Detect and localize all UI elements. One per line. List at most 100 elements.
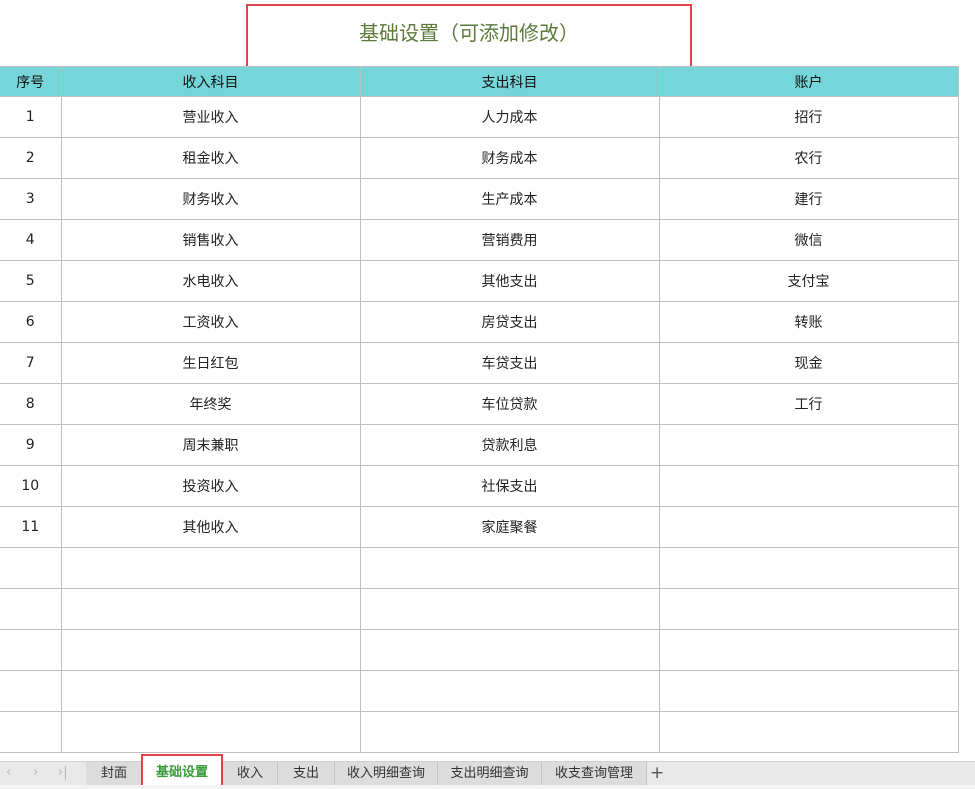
cell-index[interactable] bbox=[0, 588, 62, 630]
cell-index[interactable]: 6 bbox=[0, 301, 62, 343]
header-income-category[interactable]: 收入科目 bbox=[60, 66, 361, 97]
tab-expense-detail-query[interactable]: 支出明细查询 bbox=[438, 762, 542, 785]
cell-index[interactable] bbox=[0, 629, 62, 671]
cell-account[interactable] bbox=[658, 506, 959, 548]
cell-account[interactable] bbox=[658, 670, 959, 712]
table-row: 6 工资收入 房贷支出 转账 bbox=[0, 301, 959, 343]
cell-account[interactable]: 建行 bbox=[658, 178, 959, 220]
cell-account[interactable]: 转账 bbox=[658, 301, 959, 343]
table-row bbox=[0, 547, 959, 589]
cell-index[interactable]: 10 bbox=[0, 465, 62, 507]
cell-index[interactable]: 11 bbox=[0, 506, 62, 548]
tab-expense[interactable]: 支出 bbox=[278, 762, 335, 785]
cell-expense[interactable]: 财务成本 bbox=[359, 137, 660, 179]
cell-income[interactable] bbox=[60, 588, 361, 630]
cell-expense[interactable]: 其他支出 bbox=[359, 260, 660, 302]
cell-account[interactable] bbox=[658, 465, 959, 507]
cell-index[interactable]: 4 bbox=[0, 219, 62, 261]
cell-account[interactable]: 农行 bbox=[658, 137, 959, 179]
table-row bbox=[0, 588, 959, 630]
cell-index[interactable]: 9 bbox=[0, 424, 62, 466]
table-row bbox=[0, 629, 959, 671]
header-account[interactable]: 账户 bbox=[658, 66, 959, 97]
sheet-tab-bar: ‹ › ›| 封面 基础设置 收入 支出 收入明细查询 支出明细查询 收支查询管… bbox=[0, 754, 975, 787]
cell-expense[interactable] bbox=[359, 670, 660, 712]
tab-income-detail-query[interactable]: 收入明细查询 bbox=[335, 762, 438, 785]
cell-account[interactable] bbox=[658, 711, 959, 753]
cell-expense[interactable]: 房贷支出 bbox=[359, 301, 660, 343]
cell-income[interactable] bbox=[60, 547, 361, 589]
cell-expense[interactable]: 社保支出 bbox=[359, 465, 660, 507]
tab-basic-settings[interactable]: 基础设置 bbox=[141, 754, 223, 787]
cell-expense[interactable] bbox=[359, 629, 660, 671]
header-expense-category[interactable]: 支出科目 bbox=[359, 66, 660, 97]
table-row: 4 销售收入 营销费用 微信 bbox=[0, 219, 959, 261]
plus-icon[interactable]: + bbox=[650, 762, 664, 784]
tab-cover[interactable]: 封面 bbox=[86, 762, 143, 785]
cell-income[interactable]: 工资收入 bbox=[60, 301, 361, 343]
table-row: 9 周末兼职 贷款利息 bbox=[0, 424, 959, 466]
cell-expense[interactable]: 生产成本 bbox=[359, 178, 660, 220]
cell-income[interactable]: 周末兼职 bbox=[60, 424, 361, 466]
cell-income[interactable]: 租金收入 bbox=[60, 137, 361, 179]
cell-account[interactable] bbox=[658, 547, 959, 589]
table-row: 11 其他收入 家庭聚餐 bbox=[0, 506, 959, 548]
table-row: 7 生日红包 车贷支出 现金 bbox=[0, 342, 959, 384]
table-row: 2 租金收入 财务成本 农行 bbox=[0, 137, 959, 179]
cell-index[interactable]: 1 bbox=[0, 96, 62, 138]
cell-income[interactable]: 年终奖 bbox=[60, 383, 361, 425]
cell-expense[interactable]: 贷款利息 bbox=[359, 424, 660, 466]
sheet-title[interactable]: 基础设置（可添加修改） bbox=[359, 17, 579, 46]
cell-index[interactable]: 3 bbox=[0, 178, 62, 220]
cell-income[interactable]: 财务收入 bbox=[60, 178, 361, 220]
cell-account[interactable]: 微信 bbox=[658, 219, 959, 261]
first-sheet-icon[interactable]: ‹ bbox=[6, 765, 11, 780]
bottom-strip bbox=[0, 785, 975, 789]
cell-account[interactable]: 招行 bbox=[658, 96, 959, 138]
cell-expense[interactable] bbox=[359, 547, 660, 589]
cell-account[interactable]: 支付宝 bbox=[658, 260, 959, 302]
cell-expense[interactable]: 家庭聚餐 bbox=[359, 506, 660, 548]
cell-index[interactable]: 2 bbox=[0, 137, 62, 179]
cell-income[interactable] bbox=[60, 629, 361, 671]
title-highlight-box: 基础设置（可添加修改） bbox=[246, 4, 692, 71]
cell-index[interactable] bbox=[0, 711, 62, 753]
table-body: 1 营业收入 人力成本 招行 2 租金收入 财务成本 农行 3 财务收入 生产成… bbox=[0, 96, 959, 753]
header-index[interactable]: 序号 bbox=[0, 66, 62, 97]
cell-expense[interactable] bbox=[359, 711, 660, 753]
cell-income[interactable] bbox=[60, 711, 361, 753]
cell-income[interactable]: 投资收入 bbox=[60, 465, 361, 507]
cell-income[interactable]: 水电收入 bbox=[60, 260, 361, 302]
tab-income-expense-management[interactable]: 收支查询管理 bbox=[542, 762, 647, 785]
cell-index[interactable] bbox=[0, 547, 62, 589]
cell-income[interactable]: 生日红包 bbox=[60, 342, 361, 384]
next-sheet-icon[interactable]: › bbox=[33, 765, 38, 780]
cell-income[interactable]: 销售收入 bbox=[60, 219, 361, 261]
table-row: 3 财务收入 生产成本 建行 bbox=[0, 178, 959, 220]
table-row: 10 投资收入 社保支出 bbox=[0, 465, 959, 507]
cell-index[interactable] bbox=[0, 670, 62, 712]
table-row bbox=[0, 711, 959, 753]
cell-expense[interactable]: 人力成本 bbox=[359, 96, 660, 138]
cell-income[interactable] bbox=[60, 670, 361, 712]
cell-index[interactable]: 5 bbox=[0, 260, 62, 302]
cell-account[interactable] bbox=[658, 629, 959, 671]
cell-expense[interactable]: 营销费用 bbox=[359, 219, 660, 261]
table-row bbox=[0, 670, 959, 712]
settings-table: 序号 收入科目 支出科目 账户 1 营业收入 人力成本 招行 2 租金收入 财务… bbox=[0, 66, 959, 753]
table-row: 8 年终奖 车位贷款 工行 bbox=[0, 383, 959, 425]
cell-index[interactable]: 8 bbox=[0, 383, 62, 425]
cell-expense[interactable] bbox=[359, 588, 660, 630]
cell-expense[interactable]: 车贷支出 bbox=[359, 342, 660, 384]
cell-account[interactable]: 现金 bbox=[658, 342, 959, 384]
tab-income[interactable]: 收入 bbox=[223, 762, 278, 785]
header-row: 序号 收入科目 支出科目 账户 bbox=[0, 66, 959, 97]
cell-income[interactable]: 营业收入 bbox=[60, 96, 361, 138]
cell-account[interactable]: 工行 bbox=[658, 383, 959, 425]
cell-account[interactable] bbox=[658, 424, 959, 466]
cell-income[interactable]: 其他收入 bbox=[60, 506, 361, 548]
cell-index[interactable]: 7 bbox=[0, 342, 62, 384]
last-sheet-icon[interactable]: ›| bbox=[58, 765, 68, 780]
cell-expense[interactable]: 车位贷款 bbox=[359, 383, 660, 425]
cell-account[interactable] bbox=[658, 588, 959, 630]
